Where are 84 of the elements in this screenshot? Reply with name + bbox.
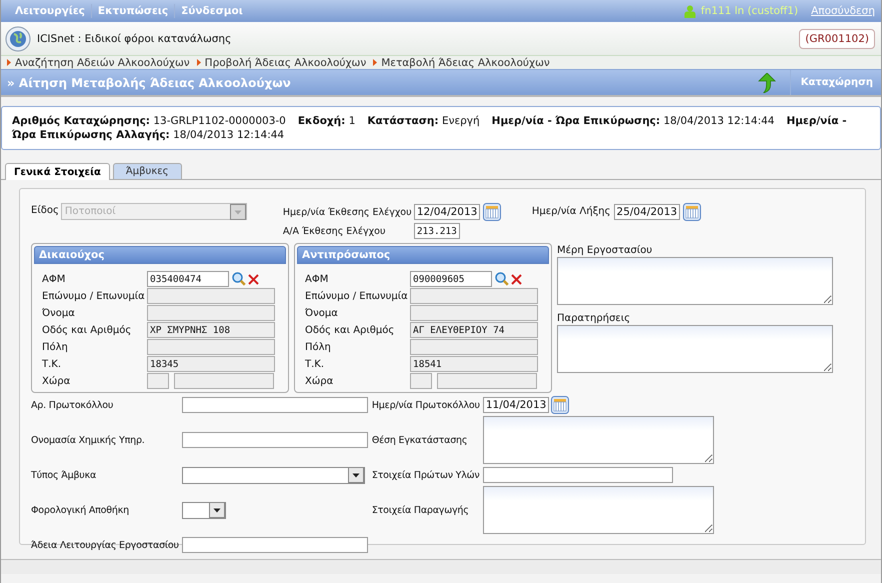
field-label: Όνομα [42,308,76,318]
field-label: ΑΦΜ [42,274,66,284]
field-label: Α/Α Έκθεσης Ελέγχου [282,226,386,236]
field-label: Οδός και Αριθμός [305,324,396,336]
text-input[interactable] [147,305,275,321]
breadcrumb-link[interactable]: Αναζήτηση Αδειών Αλκοολούχων [15,56,190,68]
field-label: Είδος [31,204,59,218]
tab[interactable]: Γενικά Στοιχεία [5,163,110,180]
up-arrow-icon[interactable] [758,72,776,92]
field-label: Οδός και Αριθμός [42,324,132,336]
calendar-icon[interactable] [550,396,569,414]
text-input[interactable]: 18345 [147,356,275,372]
country-code-input[interactable] [410,373,432,389]
field-label: Χώρα [305,376,334,386]
field-label: Τ.Κ. [42,358,62,370]
field-label: Πόλη [42,342,69,352]
tab[interactable]: Άμβυκες [112,163,182,179]
field-label: Στοιχεία Πρώτων Υλών [372,470,481,480]
globe-logo-icon [5,26,31,52]
user-icon [684,4,696,18]
text-input[interactable] [482,467,673,483]
date-input[interactable]: 25/04/2013 [614,204,680,220]
field-label: Μέρη Εργοστασίου [557,245,654,256]
arrow-right-icon [196,59,201,66]
text-input[interactable] [147,339,275,355]
text-input[interactable] [410,288,538,304]
country-code-input[interactable] [147,373,169,389]
text-input[interactable] [182,537,368,553]
field-label: Στοιχεία Παραγωγής [372,504,470,516]
text-area[interactable] [482,416,714,464]
date-input[interactable]: 11/04/2013 [482,397,549,413]
fieldset-header: Δικαιούχος [34,246,286,264]
text-input[interactable]: 18541 [410,356,538,372]
search-icon[interactable] [495,272,509,286]
field-label: Ημερ/νία Πρωτοκόλλου [372,400,481,410]
arrow-right-icon [373,59,378,66]
field-label: Πόλη [305,342,332,352]
breadcrumb-link[interactable]: Προβολή Άδειας Αλκοολούχων [204,56,366,68]
breadcrumb-link[interactable]: Μεταβολή Άδειας Αλκοολούχων [381,56,550,68]
field-label: Θέση Εγκατάστασης [372,434,468,446]
country-name-input[interactable] [174,373,274,389]
field-label: Ημερ/νία Λήξης [532,205,611,219]
field-label: Αρ. Πρωτοκόλλου [31,400,114,410]
text-area[interactable] [557,257,833,305]
text-area[interactable] [482,486,714,534]
search-icon[interactable] [232,272,246,286]
text-input[interactable] [147,288,275,304]
field-label: ΑΦΜ [305,274,330,284]
text-input[interactable]: ΧΡ ΣΜΥΡΝΗΣ 108 [147,322,275,338]
dropdown-caret-icon[interactable] [208,502,225,518]
field-label: Όνομα [305,308,339,318]
calendar-icon[interactable] [482,203,501,221]
arrow-right-icon [7,59,11,66]
user-name: fn111 ln (custoff1) [700,5,798,17]
dropdown-caret-icon[interactable] [348,467,364,483]
text-input[interactable]: 035400474 [147,271,229,287]
text-area[interactable] [557,325,833,373]
field-label: Χώρα [42,376,72,386]
date-input[interactable]: 12/04/2013 [414,204,480,220]
field-label: Επώνυμο / Επωνυμία [305,290,409,302]
country-name-input[interactable] [437,373,537,389]
fieldset-header: Αντιπρόσωπος [297,246,549,264]
field-label: Άδεια Λειτουργίας Εργοστασίου [31,540,180,550]
text-input[interactable]: 213.213 [414,223,460,239]
field-label: Επώνυμο / Επωνυμία [42,290,146,302]
text-input[interactable] [182,397,368,413]
text-input[interactable]: ΑΓ ΕΛΕΥΘΕΡΙΟΥ 74 [410,322,538,338]
text-input[interactable] [182,432,368,448]
record-info-text: Αριθμός Καταχώρησης: 13-GRLP1102-0000003-0 Εκδοχή: 1 Κατάσταση: Ενεργή Ημερ/νία - Ώρα Επικύρωσης: 18/04/2013 12:14:44 Ημερ/νία - Ώρα Επικύρωσης Αλλαγής: 18/04/2013 12:14:44 [12,114,848,142]
calendar-icon[interactable] [682,203,701,221]
field-label: Παρατηρήσεις [557,313,632,324]
field-label: Φορολογική Αποθήκη [31,504,130,516]
page-title: » Αίτηση Μεταβολής Άδειας Αλκοολούχων [7,76,291,90]
office-code-badge: (GR001102) [799,28,875,48]
text-input[interactable] [410,305,538,321]
field-label: Τ.Κ. [305,358,326,370]
text-input[interactable]: 090009605 [410,271,492,287]
text-input[interactable] [410,339,538,355]
field-label: Ονομασία Χημικής Υπηρ. [31,434,146,446]
delete-icon[interactable] [248,274,259,284]
delete-icon[interactable] [511,274,522,284]
field-label: Ημερ/νία Έκθεσης Ελέγχου [282,206,413,218]
field-label: Τύπος Άμβυκα [31,470,98,480]
app-title: ICISnet : Ειδικοί φόροι κατανάλωσης [37,32,232,44]
